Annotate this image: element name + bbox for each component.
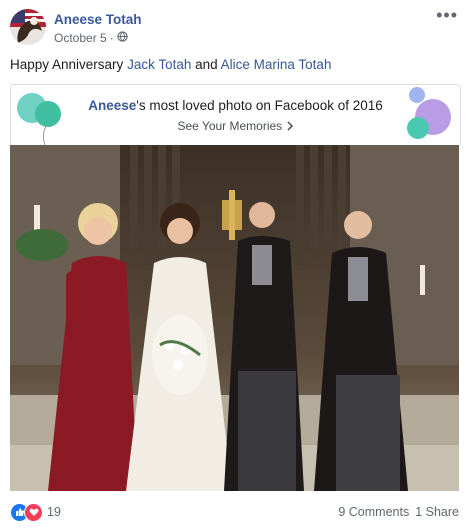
more-options-button[interactable]: ••• <box>436 6 458 24</box>
chevron-right-icon <box>286 119 294 133</box>
globe-icon <box>117 31 128 45</box>
comments-count[interactable]: 9 Comments <box>338 505 409 519</box>
more-icon: ••• <box>436 5 458 25</box>
facebook-post: Aneese Totah October 5 · ••• Happy Anniv… <box>0 0 470 531</box>
memory-card-title: Aneese's most loved photo on Facebook of… <box>11 98 460 113</box>
author-name[interactable]: Aneese Totah <box>54 12 142 27</box>
shares-count[interactable]: 1 Share <box>415 505 459 519</box>
memory-card-name: Aneese <box>88 98 137 113</box>
post-date[interactable]: October 5 <box>54 31 107 45</box>
memory-card-title-text: 's most loved photo on Facebook of 2016 <box>136 98 383 113</box>
message-text: and <box>191 57 221 72</box>
memory-card[interactable]: Aneese's most loved photo on Facebook of… <box>10 84 461 146</box>
mention-link[interactable]: Alice Marina Totah <box>221 57 332 72</box>
mention-link[interactable]: Jack Totah <box>127 57 191 72</box>
balloon-decoration <box>409 87 425 103</box>
post-meta: October 5 · <box>54 31 128 45</box>
post-photo[interactable] <box>10 145 459 491</box>
post-message: Happy Anniversary Jack Totah and Alice M… <box>10 57 331 72</box>
love-icon[interactable] <box>24 502 43 522</box>
see-memories-link[interactable]: See Your Memories <box>11 119 460 133</box>
engagement-stats: 9 Comments 1 Share <box>338 505 459 519</box>
post-footer: 19 9 Comments 1 Share <box>10 500 459 524</box>
author-avatar[interactable] <box>10 9 46 45</box>
balloon-decoration <box>407 117 429 139</box>
date-separator: · <box>109 31 114 45</box>
see-memories-label: See Your Memories <box>177 119 283 133</box>
reaction-count[interactable]: 19 <box>47 505 61 519</box>
message-text: Happy Anniversary <box>10 57 128 72</box>
